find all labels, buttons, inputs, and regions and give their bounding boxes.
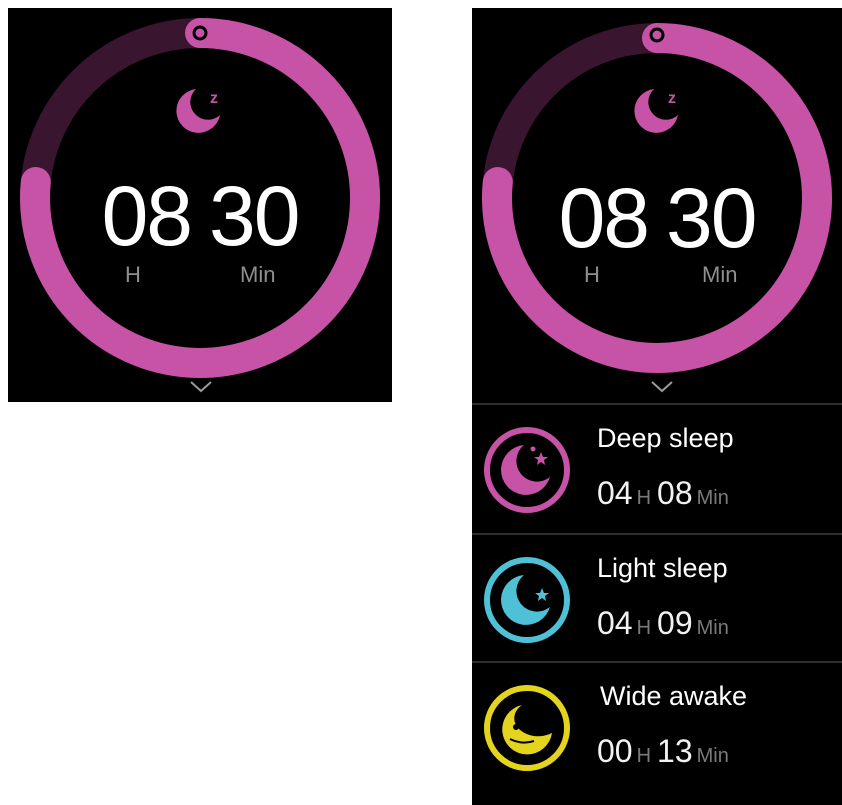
sleep-minutes: 30 (666, 171, 757, 265)
minutes-unit-label: Min (240, 262, 276, 287)
hours-unit-label: H (584, 262, 600, 287)
stat-minutes-unit: Min (696, 745, 729, 767)
total-sleep-time: 08 30 (472, 170, 842, 267)
stat-hours: 04 (597, 605, 633, 641)
sleep-minutes: 30 (209, 169, 300, 263)
moon-stars-icon (484, 427, 570, 513)
stat-hours-unit: H (636, 745, 652, 767)
moon-icon (484, 685, 570, 771)
sleep-summary-screen-collapsed: z 08 30 H Min (8, 8, 392, 402)
stat-minutes-unit: Min (696, 617, 729, 639)
moon-star-icon (484, 557, 570, 643)
stat-row-deep-sleep[interactable]: Deep sleep 04 H 08 Min (472, 405, 842, 533)
sleep-hours: 08 (101, 169, 193, 263)
stat-minutes: 13 (657, 733, 693, 769)
sleep-moon-icon: z (634, 89, 678, 133)
stat-minutes: 09 (657, 605, 693, 641)
stat-title: Light sleep (597, 553, 728, 583)
stat-title: Deep sleep (597, 423, 734, 453)
svg-text:z: z (668, 90, 676, 107)
total-sleep-time: 08 30 (8, 168, 392, 265)
stat-title: Wide awake (600, 681, 748, 711)
hours-unit-label: H (125, 262, 141, 287)
sleep-hours: 08 (558, 171, 650, 265)
stat-hours-unit: H (636, 617, 652, 639)
svg-text:z: z (210, 90, 218, 107)
stat-row-light-sleep[interactable]: Light sleep 04 H 09 Min (472, 535, 842, 663)
stat-minutes: 08 (657, 475, 693, 511)
chevron-down-icon[interactable] (650, 380, 674, 394)
chevron-down-icon[interactable] (189, 380, 213, 394)
stat-duration: 04 H 08 Min (597, 475, 735, 512)
stat-hours: 00 (597, 733, 633, 769)
sleep-moon-icon: z (176, 89, 220, 133)
stat-duration: 00 H 13 Min (597, 733, 735, 770)
stat-hours: 04 (597, 475, 633, 511)
stat-duration: 04 H 09 Min (597, 605, 735, 642)
stat-row-wide-awake[interactable]: Wide awake 00 H 13 Min (472, 663, 842, 791)
stat-hours-unit: H (636, 487, 652, 509)
stat-minutes-unit: Min (696, 487, 729, 509)
minutes-unit-label: Min (702, 262, 738, 287)
sleep-summary-screen-expanded: z 08 30 H Min Deep sleep 04 H 08 Min Light (472, 8, 842, 805)
